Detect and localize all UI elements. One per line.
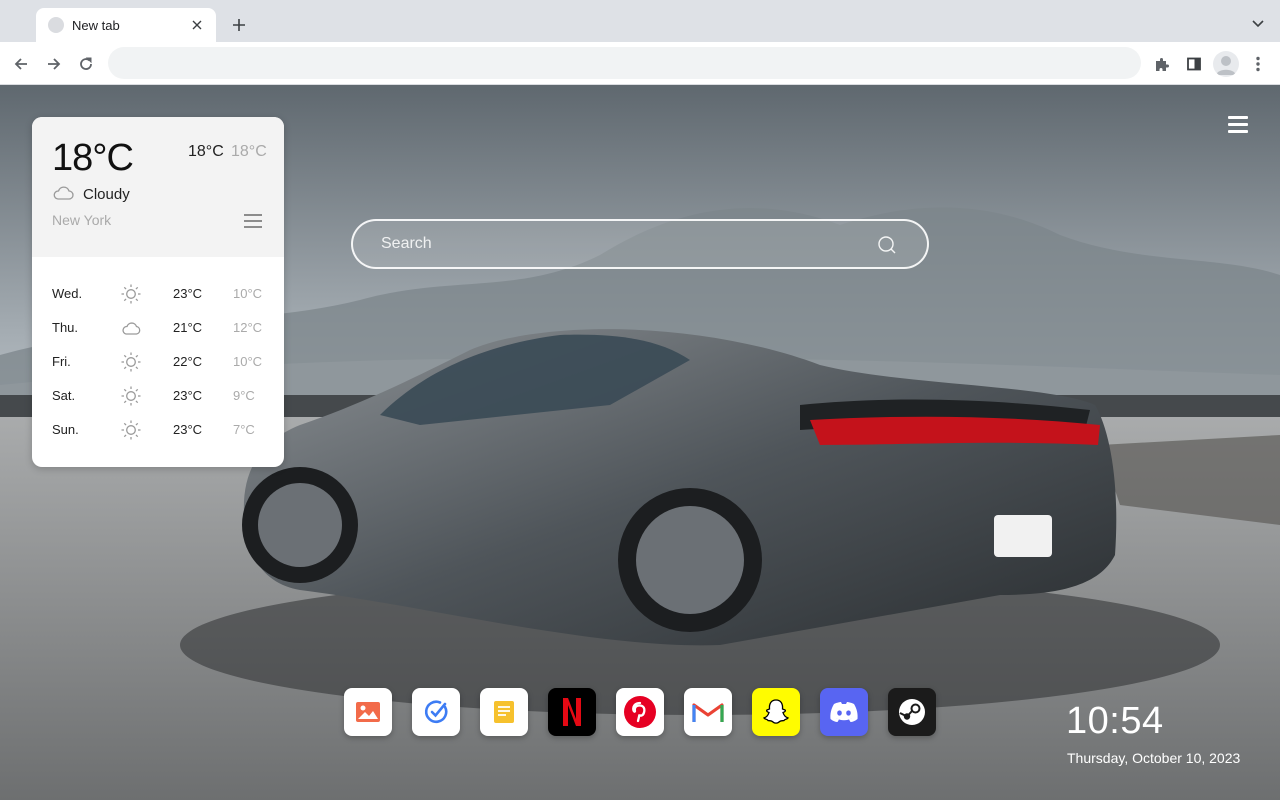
tab-new-tab[interactable]: New tab — [36, 8, 216, 42]
menu-bar — [1228, 116, 1248, 119]
puzzle-icon — [1156, 58, 1169, 71]
cloud-icon — [53, 186, 74, 200]
forecast-row: Sat. 23°C 9°C — [32, 379, 284, 413]
app-netflix[interactable] — [548, 688, 596, 736]
browser-toolbar — [0, 42, 1280, 85]
app-dock — [344, 688, 936, 736]
side-panel-icon — [1187, 57, 1201, 71]
app-snapchat[interactable] — [752, 688, 800, 736]
app-tasks[interactable] — [412, 688, 460, 736]
search-icon[interactable] — [877, 235, 897, 255]
extensions-button[interactable] — [1149, 51, 1175, 77]
forecast-low: 9°C — [233, 388, 255, 403]
tab-title: New tab — [72, 17, 120, 33]
forecast-low: 7°C — [233, 422, 255, 437]
checkmark-circle-icon — [424, 700, 448, 724]
discord-icon — [830, 702, 858, 722]
address-bar[interactable] — [108, 47, 1141, 79]
page-menu-button[interactable] — [1228, 116, 1248, 134]
arrow-left-icon — [14, 58, 27, 70]
person-icon — [1216, 56, 1236, 75]
app-steam[interactable] — [888, 688, 936, 736]
chevron-down-icon — [1252, 20, 1264, 28]
forecast-day: Thu. — [52, 320, 79, 335]
forecast-day: Fri. — [52, 354, 71, 369]
image-gallery-icon — [356, 702, 380, 722]
forecast-low: 10°C — [233, 286, 263, 301]
menu-bar — [1228, 123, 1248, 126]
forecast-high: 21°C — [173, 320, 203, 335]
forecast-low: 12°C — [233, 320, 263, 335]
app-notes[interactable] — [480, 688, 528, 736]
list-bar — [244, 220, 262, 222]
search-box — [351, 219, 929, 269]
reload-button[interactable] — [73, 51, 99, 77]
current-temperature: 18°C — [52, 137, 134, 179]
search-input[interactable] — [381, 221, 861, 267]
sun-icon — [120, 351, 142, 373]
forecast-high: 22°C — [173, 354, 203, 369]
pinterest-icon — [624, 696, 656, 728]
new-tab-page: 18°C 18°C 18°C Cloudy New York Wed. 23°C 1… — [0, 85, 1280, 800]
reload-icon — [80, 57, 92, 70]
notes-icon — [494, 701, 514, 723]
gmail-icon — [692, 703, 724, 722]
app-gallery[interactable] — [344, 688, 392, 736]
forecast-row: Thu. 21°C 12°C — [32, 311, 284, 345]
forecast-row: Sun. 23°C 7°C — [32, 413, 284, 447]
forecast-row: Wed. 23°C 10°C — [32, 277, 284, 311]
profile-avatar[interactable] — [1213, 51, 1239, 77]
close-icon — [192, 20, 202, 30]
sun-icon — [120, 385, 142, 407]
weather-details-button[interactable] — [244, 214, 262, 230]
clock-date: Thursday, October 10, 2023 — [1067, 750, 1241, 766]
list-bar — [244, 226, 262, 228]
tab-close-button[interactable] — [188, 16, 206, 34]
app-discord[interactable] — [820, 688, 868, 736]
sun-icon — [120, 419, 142, 441]
browser-menu-button[interactable] — [1245, 51, 1271, 77]
today-high: 18°C — [188, 143, 224, 160]
cloud-icon — [120, 317, 142, 339]
side-panel-button[interactable] — [1181, 51, 1207, 77]
tab-strip: New tab — [0, 0, 1280, 42]
list-bar — [244, 214, 262, 216]
today-low: 18°C — [231, 143, 267, 160]
clock-time: 10:54 — [1066, 700, 1164, 742]
app-pinterest[interactable] — [616, 688, 664, 736]
weather-condition: Cloudy — [83, 186, 130, 203]
weather-city: New York — [52, 212, 112, 228]
sun-icon — [120, 283, 142, 305]
forward-button[interactable] — [41, 51, 67, 77]
forecast-high: 23°C — [173, 388, 203, 403]
weather-current: 18°C 18°C 18°C Cloudy New York — [32, 117, 284, 257]
app-gmail[interactable] — [684, 688, 732, 736]
forecast-row: Fri. 22°C 10°C — [32, 345, 284, 379]
new-tab-button[interactable] — [228, 14, 250, 36]
arrow-right-icon — [48, 58, 61, 70]
tab-search-button[interactable] — [1248, 14, 1268, 34]
weather-forecast: Wed. 23°C 10°C Thu. 21°C 12°C Fri. 22°C 10°C Sat.… — [32, 277, 284, 447]
blank-globe-icon — [48, 17, 64, 33]
weather-widget[interactable]: 18°C 18°C 18°C Cloudy New York Wed. 23°C 1… — [32, 117, 284, 467]
netflix-icon — [563, 698, 581, 726]
steam-icon — [899, 699, 925, 725]
forecast-day: Sat. — [52, 388, 76, 403]
back-button[interactable] — [8, 51, 34, 77]
forecast-day: Wed. — [52, 286, 83, 301]
forecast-high: 23°C — [173, 422, 203, 437]
kebab-menu-icon — [1256, 56, 1260, 72]
menu-bar — [1228, 130, 1248, 133]
forecast-high: 23°C — [173, 286, 203, 301]
forecast-low: 10°C — [233, 354, 263, 369]
snapchat-icon — [762, 699, 790, 724]
plus-icon — [233, 19, 245, 31]
forecast-day: Sun. — [52, 422, 79, 437]
